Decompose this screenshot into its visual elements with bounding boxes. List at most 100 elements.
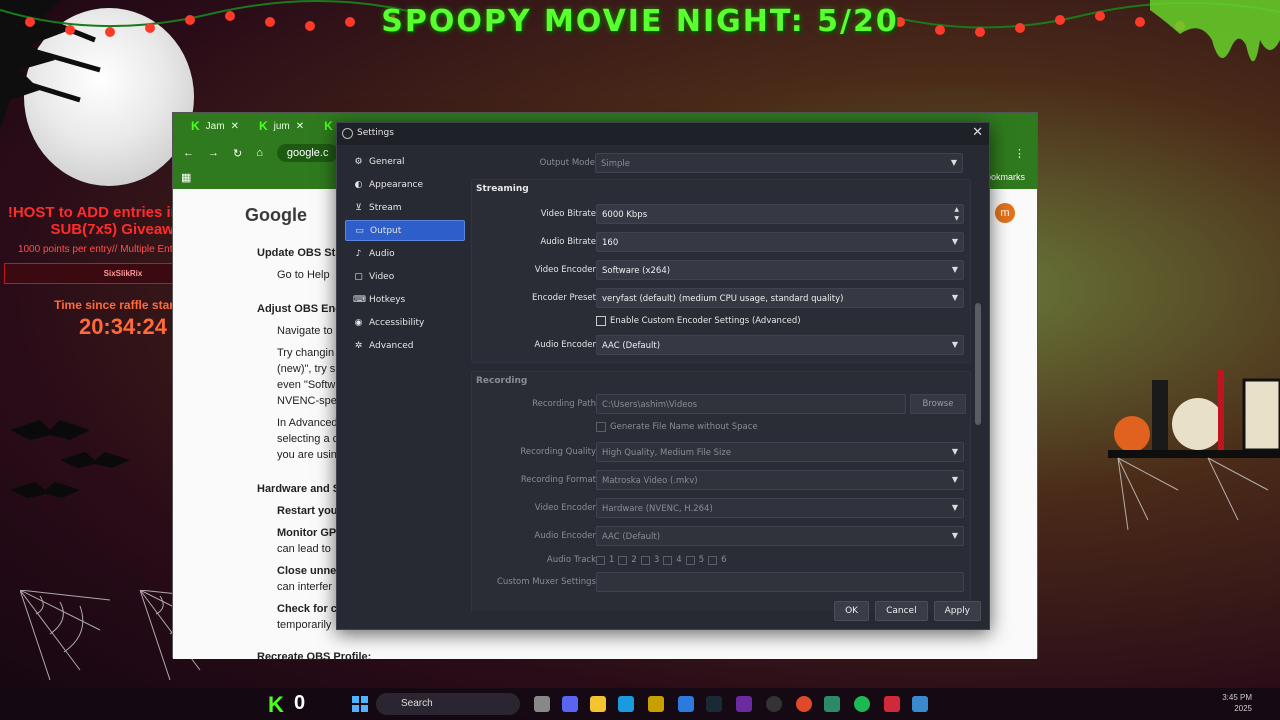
doc-line: Restart you — [277, 505, 338, 517]
sidebar-item-label: Accessibility — [369, 317, 425, 328]
app-v-icon[interactable] — [824, 696, 840, 712]
sidebar-item-stream[interactable]: ⊻ Stream — [345, 197, 465, 218]
gear-icon: ⚙ — [354, 156, 363, 167]
sidebar-item-label: Output — [370, 225, 402, 236]
track-checkbox[interactable] — [663, 555, 673, 565]
kick-icon: K — [324, 119, 333, 133]
no-space-checkbox[interactable] — [596, 422, 606, 432]
doc-line: Hardware and S — [257, 483, 341, 495]
recording-audio-encoder-row: Audio Encoder AAC (Default) ▼ — [472, 526, 972, 546]
chevron-down-icon: ▼ — [950, 158, 957, 167]
no-space-checkbox-row[interactable]: Generate File Name without Space — [596, 420, 758, 434]
audio-bitrate-label: Audio Bitrate — [540, 237, 596, 247]
sidebar-item-label: General — [369, 156, 405, 167]
edge-icon[interactable] — [618, 696, 634, 712]
track-checkbox[interactable] — [618, 555, 628, 565]
encoder-preset-select[interactable]: veryfast (default) (medium CPU usage, st… — [596, 288, 964, 308]
all-bookmarks-link[interactable]: ookmarks — [986, 172, 1025, 182]
audio-encoder-label: Audio Encoder — [534, 340, 596, 350]
sidebar-item-output[interactable]: ▭ Output — [345, 220, 465, 241]
sidebar-item-audio[interactable]: ♪ Audio — [345, 243, 465, 264]
output-mode-label: Output Mode — [539, 158, 595, 168]
track-checkbox[interactable] — [596, 555, 605, 565]
steam-icon[interactable] — [706, 696, 722, 712]
obs-taskbar-icon[interactable] — [766, 696, 782, 712]
custom-muxer-input[interactable] — [596, 572, 964, 592]
chrome-icon[interactable] — [796, 696, 812, 712]
spin-arrows-icon[interactable]: ▲ ▼ — [954, 205, 959, 223]
browser-tab[interactable]: K jum ✕ — [251, 116, 312, 136]
track-checkbox[interactable] — [708, 555, 718, 565]
video-bitrate-spinbox[interactable]: 6000 Kbps ▲ ▼ — [596, 204, 964, 224]
recording-path-label: Recording Path — [532, 399, 596, 409]
sidebar-item-appearance[interactable]: ◐ Appearance — [345, 174, 465, 195]
custom-encoder-checkbox-row[interactable]: Enable Custom Encoder Settings (Advanced… — [596, 314, 801, 328]
recording-video-encoder-select[interactable]: Hardware (NVENC, H.264) ▼ — [596, 498, 964, 518]
video-encoder-row: Video Encoder Software (x264) ▼ — [472, 260, 972, 280]
browser-tab[interactable]: K Jam ✕ — [183, 116, 247, 136]
video-bitrate-label: Video Bitrate — [540, 209, 596, 219]
dialog-button-bar: OK Cancel Apply — [834, 601, 981, 621]
recording-section-title: Recording — [476, 376, 528, 386]
recording-format-select[interactable]: Matroska Video (.mkv) ▼ — [596, 470, 964, 490]
app-purple-icon[interactable] — [736, 696, 752, 712]
cancel-button[interactable]: Cancel — [875, 601, 928, 621]
close-icon[interactable]: ✕ — [972, 125, 983, 140]
spotify-icon[interactable] — [854, 696, 870, 712]
app-w-icon[interactable] — [648, 696, 664, 712]
settings-dialog[interactable]: Settings ✕ ⚙ General ◐ Appearance ⊻ Stre… — [336, 122, 990, 630]
sidebar-item-general[interactable]: ⚙ General — [345, 151, 465, 172]
file-explorer-icon[interactable] — [590, 696, 606, 712]
taskbar-search[interactable]: Search — [376, 693, 520, 715]
track-label: 6 — [721, 555, 727, 565]
output-mode-select[interactable]: Simple ▼ — [595, 153, 963, 173]
kick-icon: K — [191, 119, 200, 133]
video-encoder-value: Software (x264) — [602, 266, 671, 276]
address-bar[interactable]: google.c — [276, 144, 339, 162]
accessibility-icon: ◉ — [354, 317, 363, 328]
track-label: 1 — [609, 555, 615, 565]
custom-muxer-label: Custom Muxer Settings — [496, 577, 596, 587]
close-icon[interactable]: ✕ — [296, 121, 304, 132]
settings-scrollbar[interactable] — [975, 303, 981, 425]
reload-icon[interactable]: ↻ — [233, 147, 242, 160]
browse-button[interactable]: Browse — [910, 394, 966, 414]
video-encoder-select[interactable]: Software (x264) ▼ — [596, 260, 964, 280]
audio-encoder-select[interactable]: AAC (Default) ▼ — [596, 335, 964, 355]
task-view-icon[interactable] — [534, 696, 550, 712]
doc-line: Close unne — [277, 565, 337, 577]
recording-path-input[interactable]: C:\Users\ashim\Videos — [596, 394, 906, 414]
track-checkbox[interactable] — [685, 555, 695, 565]
recording-audio-encoder-select[interactable]: AAC (Default) ▼ — [596, 526, 964, 546]
photos-icon[interactable] — [912, 696, 928, 712]
browser-tab-label: Jam — [205, 120, 225, 132]
custom-encoder-checkbox[interactable] — [596, 316, 606, 326]
sidebar-item-advanced[interactable]: ✲ Advanced — [345, 335, 465, 356]
encoder-preset-label: Encoder Preset — [532, 293, 596, 303]
recording-quality-select[interactable]: High Quality, Medium File Size ▼ — [596, 442, 964, 462]
output-mode-value: Simple — [601, 159, 631, 169]
avatar[interactable]: m — [995, 203, 1015, 223]
track-checkbox[interactable] — [640, 555, 650, 565]
recording-quality-label: Recording Quality — [520, 447, 596, 457]
ok-button[interactable]: OK — [834, 601, 870, 621]
discord-icon[interactable] — [562, 696, 578, 712]
windows-start-icon[interactable] — [352, 696, 368, 712]
kick-logo: K — [268, 692, 284, 717]
back-arrow-icon[interactable]: ← — [183, 147, 194, 159]
app-blue-icon[interactable] — [678, 696, 694, 712]
home-icon[interactable]: ⌂ — [256, 147, 263, 159]
apply-button[interactable]: Apply — [933, 601, 981, 621]
apps-grid-icon[interactable]: ▦ — [181, 171, 191, 184]
doc-line: Check for c — [277, 603, 337, 615]
sidebar-item-hotkeys[interactable]: ⌨ Hotkeys — [345, 289, 465, 310]
audio-bitrate-select[interactable]: 160 ▼ — [596, 232, 964, 252]
menu-dots-icon[interactable]: ⋮ — [1014, 147, 1025, 160]
dialog-titlebar[interactable]: Settings ✕ — [337, 123, 989, 145]
close-icon[interactable]: ✕ — [231, 121, 239, 132]
taskbar-clock[interactable]: 3:45 PM 2025 — [1222, 692, 1252, 714]
app-red-icon[interactable] — [884, 696, 900, 712]
sidebar-item-video[interactable]: ▢ Video — [345, 266, 465, 287]
forward-arrow-icon[interactable]: → — [208, 147, 219, 159]
sidebar-item-accessibility[interactable]: ◉ Accessibility — [345, 312, 465, 333]
